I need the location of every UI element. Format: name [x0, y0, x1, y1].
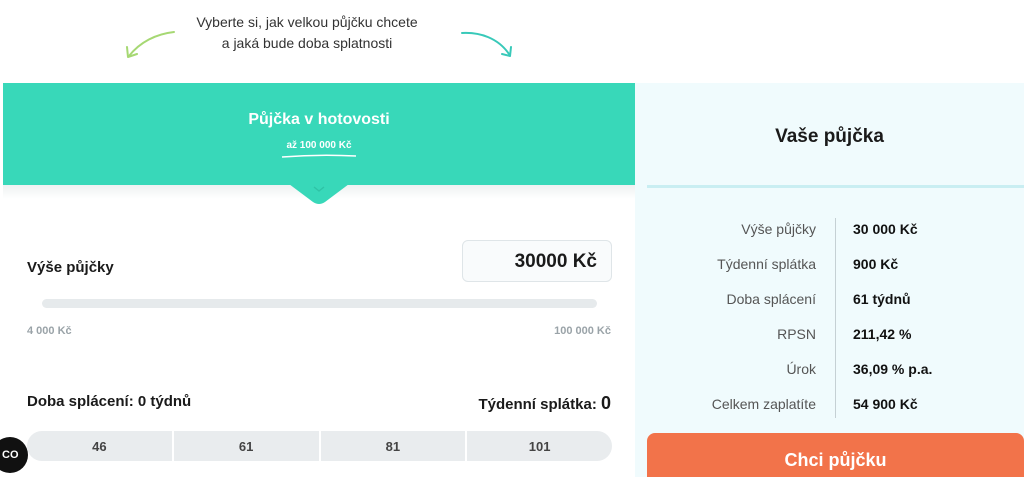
summary-value: 61 týdnů — [853, 291, 911, 307]
instruction-line-2: a jaká bude doba splatnosti — [221, 35, 393, 51]
instruction-line-1: Vyberte si, jak velkou půjčku chcete — [196, 14, 418, 30]
summary-label: Týdenní splátka — [717, 256, 816, 272]
amount-range-max: 100 000 Kč — [554, 325, 611, 337]
summary-value: 36,09 % p.a. — [853, 361, 933, 377]
summary-label: Doba splácení — [726, 291, 816, 307]
term-option[interactable]: 61 — [173, 431, 319, 461]
weekly-payment: Týdenní splátka: 0 — [478, 393, 611, 414]
summary-column-divider — [835, 218, 836, 418]
loan-summary: Vaše půjčka Výše půjčky 30 000 Kč Týdenn… — [635, 83, 1024, 477]
summary-title: Vaše půjčka — [775, 126, 884, 147]
loan-calculator: Půjčka v hotovosti až 100 000 Kč Výše pů… — [3, 83, 635, 477]
amount-input[interactable]: 30000 Kč — [462, 240, 612, 282]
weekly-payment-label: Týdenní splátka: — [478, 396, 597, 413]
tab-cash-loan[interactable]: Půjčka v hotovosti až 100 000 Kč — [3, 83, 635, 185]
summary-value: 30 000 Kč — [853, 221, 918, 237]
summary-row: Celkem zaplatíte 54 900 Kč — [635, 396, 1024, 416]
amount-range-min: 4 000 Kč — [27, 325, 72, 337]
summary-value: 54 900 Kč — [853, 396, 918, 412]
summary-row: Úrok 36,09 % p.a. — [635, 361, 1024, 381]
term-options: 46 61 81 101 — [27, 431, 612, 461]
summary-value: 900 Kč — [853, 256, 899, 272]
summary-label: RPSN — [777, 326, 816, 342]
weekly-payment-value: 0 — [600, 393, 611, 413]
apply-loan-button[interactable]: Chci půjčku — [647, 433, 1024, 477]
curved-arrow-right-icon — [461, 31, 512, 57]
tab-pointer — [289, 184, 349, 204]
term-option[interactable]: 81 — [320, 431, 466, 461]
amount-label: Výše půjčky — [27, 259, 114, 276]
summary-row: RPSN 211,42 % — [635, 326, 1024, 346]
summary-label: Celkem zaplatíte — [711, 396, 816, 412]
summary-divider — [647, 185, 1024, 188]
summary-row: Výše půjčky 30 000 Kč — [635, 221, 1024, 241]
tab-title: Půjčka v hotovosti — [248, 111, 390, 128]
underline-decoration — [281, 154, 357, 158]
summary-label: Výše půjčky — [741, 221, 816, 237]
tab-subtitle: až 100 000 Kč — [286, 140, 352, 151]
instruction-text: Vyberte si, jak velkou půjčku chcete a j… — [0, 12, 614, 54]
term-option[interactable]: 101 — [467, 431, 612, 461]
summary-row: Doba splácení 61 týdnů — [635, 291, 1024, 311]
term-option[interactable]: 46 — [27, 431, 172, 461]
summary-label: Úrok — [786, 361, 816, 377]
summary-value: 211,42 % — [853, 326, 912, 342]
term-label: Doba splácení: 0 týdnů — [27, 393, 192, 410]
curved-arrow-left-icon — [126, 31, 175, 58]
amount-slider[interactable] — [42, 299, 597, 308]
summary-row: Týdenní splátka 900 Kč — [635, 256, 1024, 276]
